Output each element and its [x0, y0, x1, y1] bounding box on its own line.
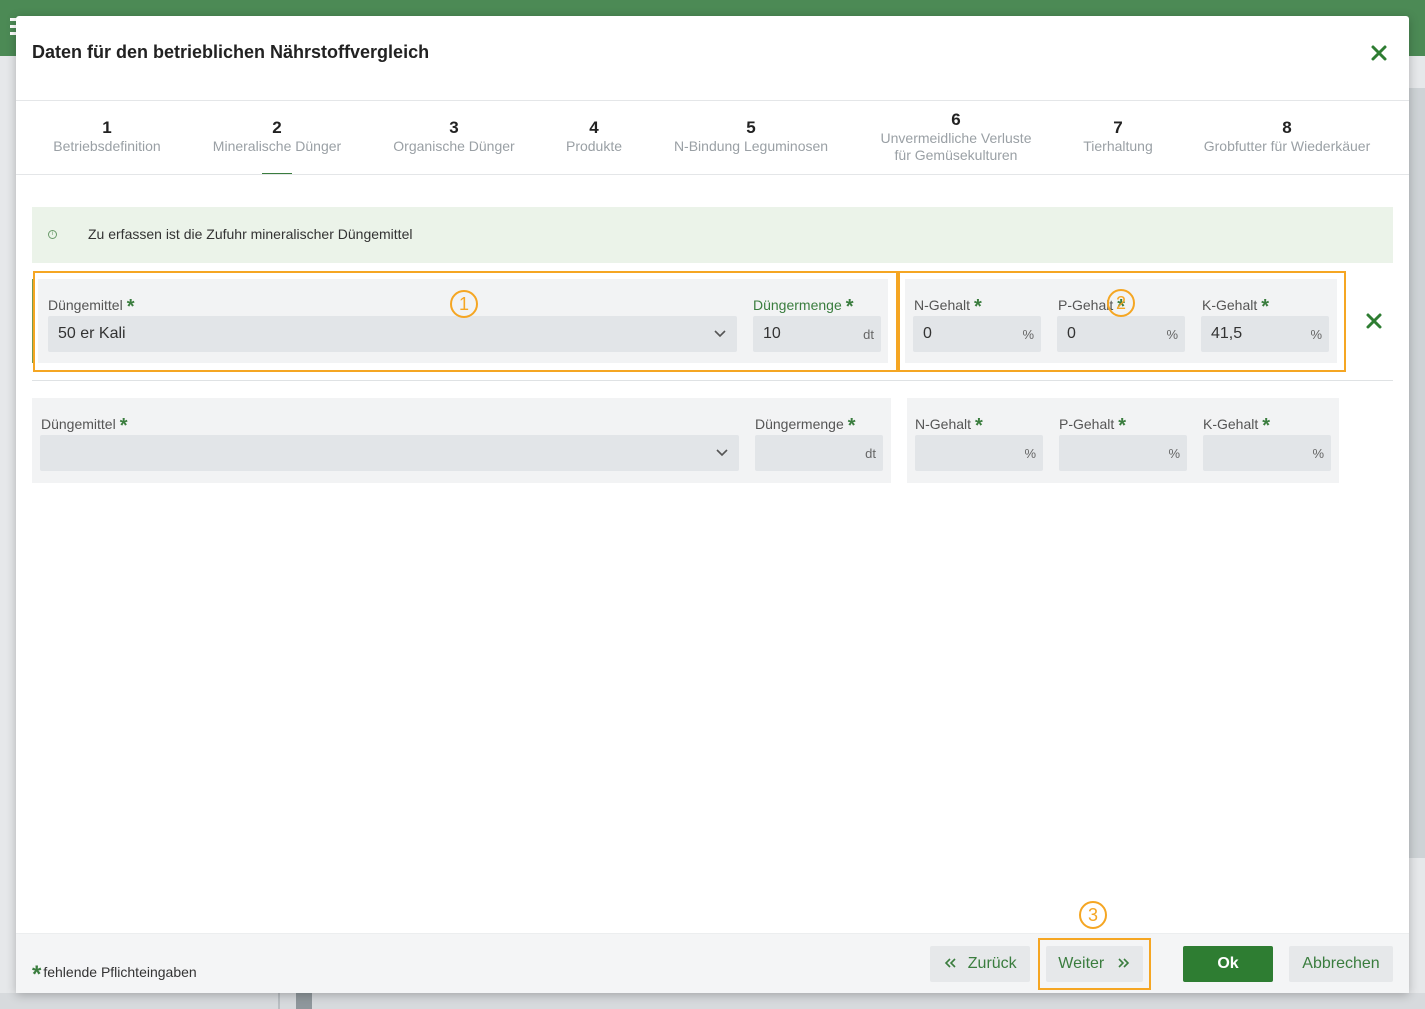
step-4[interactable]: 4 Produkte — [566, 118, 622, 155]
highlight-box-2 — [898, 271, 1346, 372]
modal-footer: * fehlende Pflichteingaben Zurück Weiter … — [16, 933, 1409, 993]
n-gehalt-label: N-Gehalt * — [915, 415, 983, 437]
k-gehalt-input-empty[interactable]: % — [1203, 435, 1331, 471]
annotation-badge-3: 3 — [1079, 901, 1107, 929]
header-divider — [16, 100, 1409, 101]
nutrient-panel-empty: N-Gehalt * % P-Gehalt * % K-Gehalt * % — [907, 398, 1339, 483]
chevron-down-icon — [716, 449, 728, 457]
steps-divider — [16, 174, 1409, 175]
p-gehalt-input-empty[interactable]: % — [1059, 435, 1187, 471]
back-button[interactable]: Zurück — [930, 946, 1030, 982]
info-box: i Zu erfassen ist die Zufuhr mineralisch… — [32, 207, 1393, 263]
highlight-box-1 — [33, 271, 898, 372]
duengemittel-label: Düngemittel * — [41, 415, 128, 437]
required-footnote: * fehlende Pflichteingaben — [32, 961, 197, 988]
menge-label: Düngermenge * — [755, 415, 856, 437]
annotation-badge-1: 1 — [450, 290, 478, 318]
step-3[interactable]: 3 Organische Dünger — [393, 118, 514, 155]
info-text: Zu erfassen ist die Zufuhr mineralischer… — [88, 226, 413, 242]
annotation-badge-2: 2 — [1107, 289, 1135, 317]
modal-dialog: Daten für den betrieblichen Nährstoffver… — [16, 16, 1409, 993]
remove-row-icon[interactable] — [1364, 311, 1384, 331]
background-footer — [0, 993, 1425, 1009]
step-7[interactable]: 7 Tierhaltung — [1083, 118, 1153, 155]
modal-title: Daten für den betrieblichen Nährstoffver… — [32, 42, 430, 62]
background-panel — [1409, 88, 1425, 858]
n-gehalt-input-empty[interactable]: % — [915, 435, 1043, 471]
info-icon: i — [48, 230, 57, 239]
k-gehalt-label: K-Gehalt * — [1203, 415, 1271, 437]
step-8[interactable]: 8 Grobfutter für Wiederkäuer — [1204, 118, 1371, 155]
p-gehalt-label: P-Gehalt * — [1059, 415, 1127, 437]
ok-button[interactable]: Ok — [1183, 946, 1273, 982]
double-chevron-left-icon — [945, 958, 956, 968]
duengemittel-select-empty[interactable] — [40, 435, 739, 471]
step-1[interactable]: 1 Betriebsdefinition — [53, 118, 160, 155]
row-separator — [32, 380, 1393, 381]
step-2[interactable]: 2 Mineralische Dünger — [213, 118, 341, 155]
step-5[interactable]: 5 N-Bindung Leguminosen — [674, 118, 828, 155]
step-6[interactable]: 6 Unvermeidliche Verluste für Gemüsekult… — [881, 110, 1032, 164]
highlight-box-3 — [1038, 938, 1151, 990]
menge-input-empty[interactable]: dt — [755, 435, 883, 471]
close-icon[interactable] — [1368, 42, 1390, 64]
cancel-button[interactable]: Abbrechen — [1289, 946, 1393, 982]
fertilizer-panel-empty: Düngemittel * Düngermenge * dt — [32, 398, 891, 483]
